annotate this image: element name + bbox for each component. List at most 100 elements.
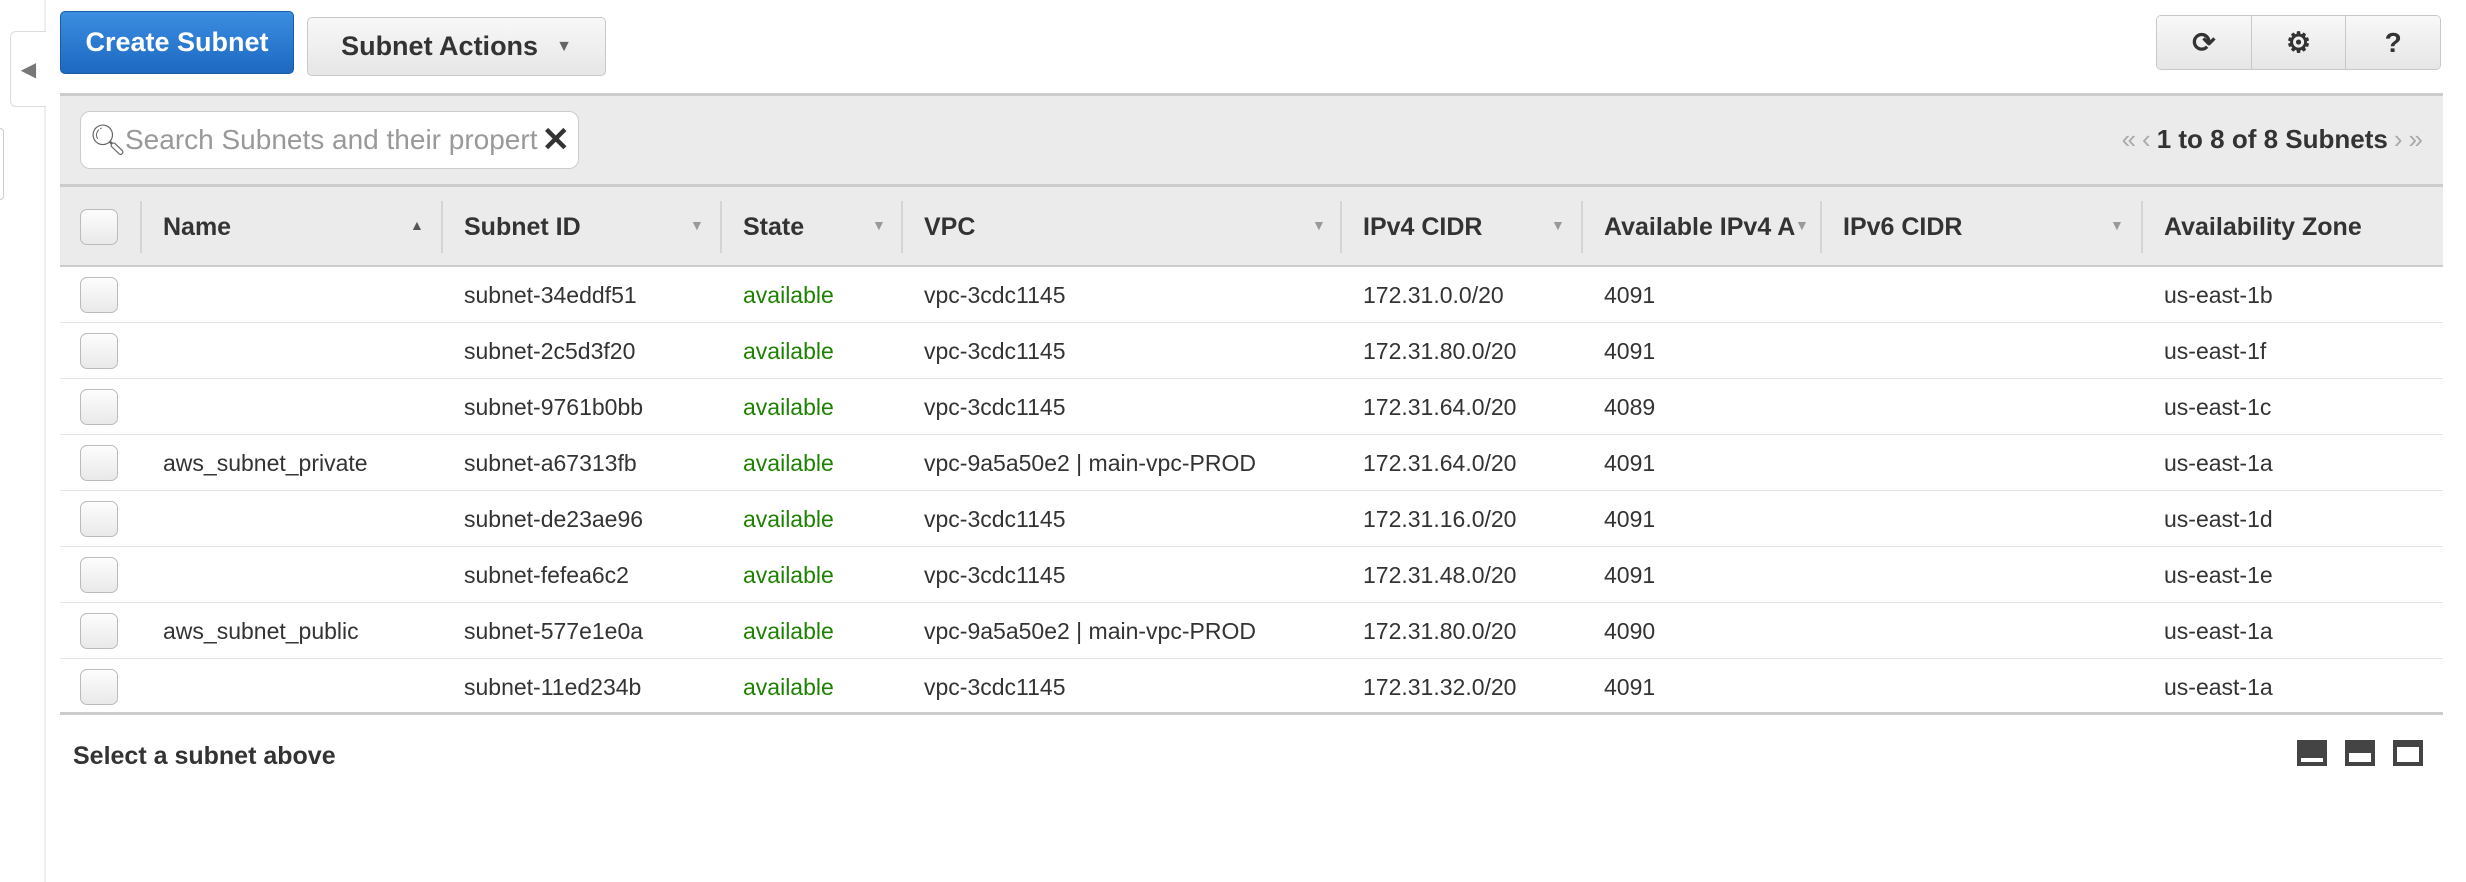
- row-ipv4-cidr: 172.31.0.0/20: [1363, 281, 1504, 308]
- column-header-subnet-id[interactable]: Subnet ID: [443, 187, 713, 267]
- row-availability-zone: us-east-1a: [2164, 673, 2273, 700]
- first-page-icon[interactable]: «: [2122, 124, 2136, 155]
- sort-asc-icon[interactable]: ▲: [410, 217, 424, 233]
- table-header: Name ▲ Subnet ID ▼ State ▼ VPC ▼ IPv4 CI…: [60, 187, 2443, 267]
- row-availability-zone: us-east-1b: [2164, 281, 2273, 308]
- sidebar-fragment: [0, 128, 4, 200]
- column-header-name[interactable]: Name: [142, 187, 442, 267]
- row-availability-zone: us-east-1f: [2164, 337, 2267, 364]
- row-state: available: [743, 281, 834, 308]
- create-subnet-button[interactable]: Create Subnet: [60, 11, 294, 74]
- search-icon: 🔍︎: [89, 123, 128, 157]
- table-row[interactable]: subnet-34eddf51 available vpc-3cdc1145 172.…: [60, 267, 2443, 323]
- pane-half-icon[interactable]: [2345, 740, 2375, 766]
- caret-left-icon: ◀: [20, 58, 37, 81]
- table-row[interactable]: subnet-fefea6c2 available vpc-3cdc1145 172.…: [60, 547, 2443, 603]
- row-state: available: [743, 449, 834, 476]
- row-state: available: [743, 505, 834, 532]
- settings-button[interactable]: ⚙: [2251, 16, 2347, 69]
- sort-icon[interactable]: ▼: [1795, 217, 1809, 233]
- toolbar-icon-group: ⟳ ⚙ ?: [2156, 15, 2441, 70]
- sort-icon[interactable]: ▼: [1551, 217, 1565, 233]
- row-vpc: vpc-9a5a50e2 | main-vpc-PROD: [924, 617, 1256, 644]
- row-availability-zone: us-east-1d: [2164, 505, 2273, 532]
- row-subnet-id: subnet-a67313fb: [464, 449, 637, 476]
- table-row[interactable]: subnet-11ed234b available vpc-3cdc1145 172.…: [60, 659, 2443, 715]
- pane-layout-buttons: [2297, 740, 2423, 766]
- subnet-actions-label: Subnet Actions: [341, 31, 539, 61]
- column-header-availability-zone[interactable]: Availability Zone: [2143, 187, 2443, 267]
- row-checkbox[interactable]: [80, 557, 118, 593]
- last-page-icon[interactable]: »: [2409, 124, 2423, 155]
- row-state: available: [743, 673, 834, 700]
- search-box: 🔍︎ ✕: [80, 111, 579, 169]
- row-checkbox[interactable]: [80, 333, 118, 369]
- row-ipv4-cidr: 172.31.80.0/20: [1363, 617, 1517, 644]
- row-checkbox[interactable]: [80, 445, 118, 481]
- row-availability-zone: us-east-1a: [2164, 449, 2273, 476]
- next-page-icon[interactable]: ›: [2394, 124, 2403, 155]
- details-empty-text: Select a subnet above: [73, 742, 336, 770]
- row-checkbox[interactable]: [80, 669, 118, 705]
- row-subnet-id: subnet-34eddf51: [464, 281, 637, 308]
- clear-search-icon[interactable]: ✕: [538, 120, 571, 160]
- row-name: aws_subnet_private: [163, 449, 368, 476]
- sort-icon[interactable]: ▼: [690, 217, 704, 233]
- help-button[interactable]: ?: [2346, 16, 2440, 69]
- sort-icon[interactable]: ▼: [872, 217, 886, 233]
- sidebar-collapse-button[interactable]: ◀: [10, 31, 46, 107]
- table-row[interactable]: subnet-de23ae96 available vpc-3cdc1145 172.…: [60, 491, 2443, 547]
- row-availability-zone: us-east-1e: [2164, 561, 2273, 588]
- row-checkbox[interactable]: [80, 613, 118, 649]
- row-subnet-id: subnet-fefea6c2: [464, 561, 629, 588]
- row-available-ipv4: 4091: [1604, 505, 1656, 532]
- row-checkbox[interactable]: [80, 277, 118, 313]
- column-header-vpc[interactable]: VPC: [903, 187, 1323, 267]
- table-row[interactable]: aws_subnet_private subnet-a67313fb availab…: [60, 435, 2443, 491]
- row-available-ipv4: 4091: [1604, 449, 1656, 476]
- row-ipv4-cidr: 172.31.64.0/20: [1363, 449, 1517, 476]
- table-row[interactable]: aws_subnet_public subnet-577e1e0a availabl…: [60, 603, 2443, 659]
- row-ipv4-cidr: 172.31.80.0/20: [1363, 337, 1517, 364]
- row-available-ipv4: 4090: [1604, 617, 1656, 644]
- row-ipv4-cidr: 172.31.16.0/20: [1363, 505, 1517, 532]
- sort-icon[interactable]: ▼: [2110, 217, 2124, 233]
- row-available-ipv4: 4089: [1604, 393, 1656, 420]
- row-subnet-id: subnet-577e1e0a: [464, 617, 644, 644]
- row-vpc: vpc-3cdc1145: [924, 673, 1066, 700]
- row-subnet-id: subnet-de23ae96: [464, 505, 644, 532]
- row-state: available: [743, 561, 834, 588]
- row-state: available: [743, 393, 834, 420]
- column-header-ipv4-cidr[interactable]: IPv4 CIDR: [1342, 187, 1562, 267]
- table-row[interactable]: subnet-9761b0bb available vpc-3cdc1145 172.…: [60, 379, 2443, 435]
- sort-icon[interactable]: ▼: [1312, 217, 1326, 233]
- refresh-icon: ⟳: [2192, 27, 2216, 58]
- row-availability-zone: us-east-1a: [2164, 617, 2273, 644]
- row-vpc: vpc-3cdc1145: [924, 561, 1066, 588]
- row-subnet-id: subnet-9761b0bb: [464, 393, 644, 420]
- select-all-checkbox[interactable]: [80, 209, 118, 245]
- row-checkbox[interactable]: [80, 389, 118, 425]
- row-ipv4-cidr: 172.31.64.0/20: [1363, 393, 1517, 420]
- row-vpc: vpc-3cdc1145: [924, 337, 1066, 364]
- row-subnet-id: subnet-11ed234b: [464, 673, 642, 700]
- row-ipv4-cidr: 172.31.48.0/20: [1363, 561, 1517, 588]
- filter-bar: 🔍︎ ✕ « ‹ 1 to 8 of 8 Subnets › »: [60, 96, 2443, 187]
- chevron-down-icon: ▼: [556, 37, 572, 55]
- pagination-text: 1 to 8 of 8 Subnets: [2156, 124, 2388, 154]
- row-subnet-id: subnet-2c5d3f20: [464, 337, 636, 364]
- table-row[interactable]: subnet-2c5d3f20 available vpc-3cdc1145 172.…: [60, 323, 2443, 379]
- row-checkbox[interactable]: [80, 501, 118, 537]
- pane-maximized-icon[interactable]: [2393, 740, 2423, 766]
- row-available-ipv4: 4091: [1604, 673, 1656, 700]
- row-vpc: vpc-3cdc1145: [924, 505, 1066, 532]
- column-header-available-ipv4[interactable]: Available IPv4 Addresses: [1583, 187, 1795, 267]
- refresh-button[interactable]: ⟳: [2157, 16, 2252, 69]
- column-header-ipv6-cidr[interactable]: IPv6 CIDR: [1822, 187, 2122, 267]
- pane-minimized-icon[interactable]: [2297, 740, 2327, 766]
- search-input[interactable]: [125, 124, 538, 156]
- gear-icon: ⚙: [2285, 27, 2312, 58]
- subnet-actions-dropdown[interactable]: Subnet Actions ▼: [307, 17, 606, 76]
- column-header-state[interactable]: State: [722, 187, 892, 267]
- prev-page-icon[interactable]: ‹: [2142, 124, 2151, 155]
